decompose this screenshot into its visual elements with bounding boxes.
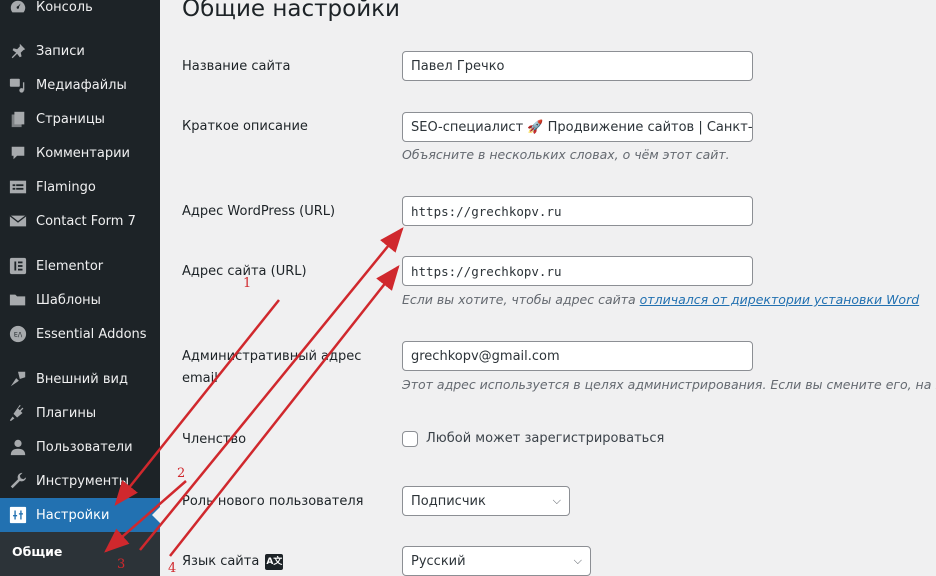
sidebar-item-label: Медиафайлы <box>36 77 127 93</box>
site-url-label: Адрес сайта (URL) <box>182 264 307 279</box>
plugin-icon <box>8 403 28 423</box>
wrench-icon <box>8 471 28 491</box>
page-title: Общие настройки <box>182 0 400 22</box>
sidebar-item-dashboard[interactable]: Консоль <box>0 0 160 24</box>
tagline-label: Краткое описание <box>182 119 308 134</box>
wp-url-input[interactable]: https://grechkopv.ru <box>402 196 753 226</box>
main-content: Общие настройки Название сайта Павел Гре… <box>160 0 936 576</box>
site-language-label: Язык сайта A文 <box>182 551 382 573</box>
sidebar-item-label: Инструменты <box>36 473 130 489</box>
pages-icon <box>8 109 28 129</box>
admin-email-description: Этот адрес используется в целях админист… <box>402 377 936 392</box>
sidebar-item-label: Плагины <box>36 405 97 421</box>
membership-checkbox-label[interactable]: Любой может зарегистрироваться <box>426 431 664 446</box>
dashboard-icon <box>8 0 28 17</box>
svg-text:E/\: E/\ <box>14 332 23 339</box>
sidebar-item-label: Contact Form 7 <box>36 213 136 229</box>
user-icon <box>8 437 28 457</box>
sidebar-item-label: Flamingo <box>36 179 96 195</box>
sidebar-item-label: Шаблоны <box>36 292 101 308</box>
settings-submenu: Общие <box>0 532 160 576</box>
ea-icon: E/\ <box>8 324 28 344</box>
wp-url-label: Адрес WordPress (URL) <box>182 204 336 219</box>
chevron-down-icon: ⌵ <box>573 554 582 567</box>
translation-icon: A文 <box>265 553 284 570</box>
chevron-down-icon: ⌵ <box>552 494 561 507</box>
sidebar-item-label: Записи <box>36 43 85 59</box>
mail-icon <box>8 211 28 231</box>
site-title-label: Название сайта <box>182 59 291 74</box>
submenu-item-general[interactable]: Общие <box>12 544 62 559</box>
sidebar-item-flamingo[interactable]: Flamingo <box>0 170 160 204</box>
site-url-description: Если вы хотите, чтобы адрес сайта отлича… <box>402 292 919 307</box>
sidebar-item-contact-form-7[interactable]: Contact Form 7 <box>0 204 160 238</box>
sidebar-item-appearance[interactable]: Внешний вид <box>0 362 160 396</box>
sidebar-item-tools[interactable]: Инструменты <box>0 464 160 498</box>
pin-icon <box>8 41 28 61</box>
annotation-label-1: 1 <box>243 276 252 291</box>
sidebar-item-plugins[interactable]: Плагины <box>0 396 160 430</box>
default-role-label: Роль нового пользователя <box>182 494 364 509</box>
flamingo-icon <box>8 177 28 197</box>
active-menu-indicator <box>152 507 160 523</box>
sidebar-item-templates[interactable]: Шаблоны <box>0 283 160 317</box>
sidebar-item-media[interactable]: Медиафайлы <box>0 68 160 102</box>
annotation-label-3: 3 <box>117 557 126 572</box>
default-role-value: Подписчик <box>411 493 486 509</box>
comment-icon <box>8 143 28 163</box>
sidebar-item-label: Настройки <box>36 507 110 523</box>
site-url-input[interactable]: https://grechkopv.ru <box>402 256 753 286</box>
folder-icon <box>8 290 28 310</box>
sidebar-item-label: Комментарии <box>36 145 130 161</box>
brush-icon <box>8 369 28 389</box>
annotation-label-2: 2 <box>177 466 186 481</box>
annotation-label-4: 4 <box>168 561 177 576</box>
sidebar-item-pages[interactable]: Страницы <box>0 102 160 136</box>
sidebar-item-users[interactable]: Пользователи <box>0 430 160 464</box>
site-url-help-link[interactable]: отличался от директории установки Word <box>640 292 920 307</box>
site-title-input[interactable]: Павел Гречко <box>402 51 753 81</box>
sidebar-item-label: Внешний вид <box>36 371 128 387</box>
admin-sidebar: Консоль Записи Медиафайлы Страницы Комме… <box>0 0 160 576</box>
sidebar-item-elementor[interactable]: Elementor <box>0 249 160 283</box>
sidebar-item-posts[interactable]: Записи <box>0 34 160 68</box>
site-language-label-text: Язык сайта <box>182 554 260 569</box>
sidebar-item-settings[interactable]: Настройки <box>0 498 160 532</box>
sidebar-item-label: Elementor <box>36 258 104 274</box>
site-language-value: Русский <box>411 553 466 569</box>
sidebar-item-label: Пользователи <box>36 439 133 455</box>
sidebar-item-comments[interactable]: Комментарии <box>0 136 160 170</box>
admin-email-label: Административный адрес email <box>182 349 362 386</box>
membership-checkbox[interactable] <box>402 431 418 447</box>
sidebar-item-essential-addons[interactable]: E/\ Essential Addons <box>0 317 160 351</box>
settings-sliders-icon <box>8 505 28 525</box>
tagline-description: Объясните в нескольких словах, о чём это… <box>402 147 730 162</box>
default-role-select[interactable]: Подписчик ⌵ <box>402 486 570 516</box>
tagline-input[interactable]: SEO-специалист 🚀 Продвижение сайтов | Са… <box>402 112 753 142</box>
admin-email-input[interactable]: grechkopv@gmail.com <box>402 341 753 371</box>
sidebar-item-label: Страницы <box>36 111 105 127</box>
sidebar-item-label: Essential Addons <box>36 326 147 342</box>
elementor-icon <box>8 256 28 276</box>
sidebar-item-label: Консоль <box>36 0 93 15</box>
media-icon <box>8 75 28 95</box>
membership-label: Членство <box>182 432 247 447</box>
site-language-select[interactable]: Русский ⌵ <box>402 546 591 576</box>
site-url-description-text: Если вы хотите, чтобы адрес сайта <box>402 292 640 307</box>
